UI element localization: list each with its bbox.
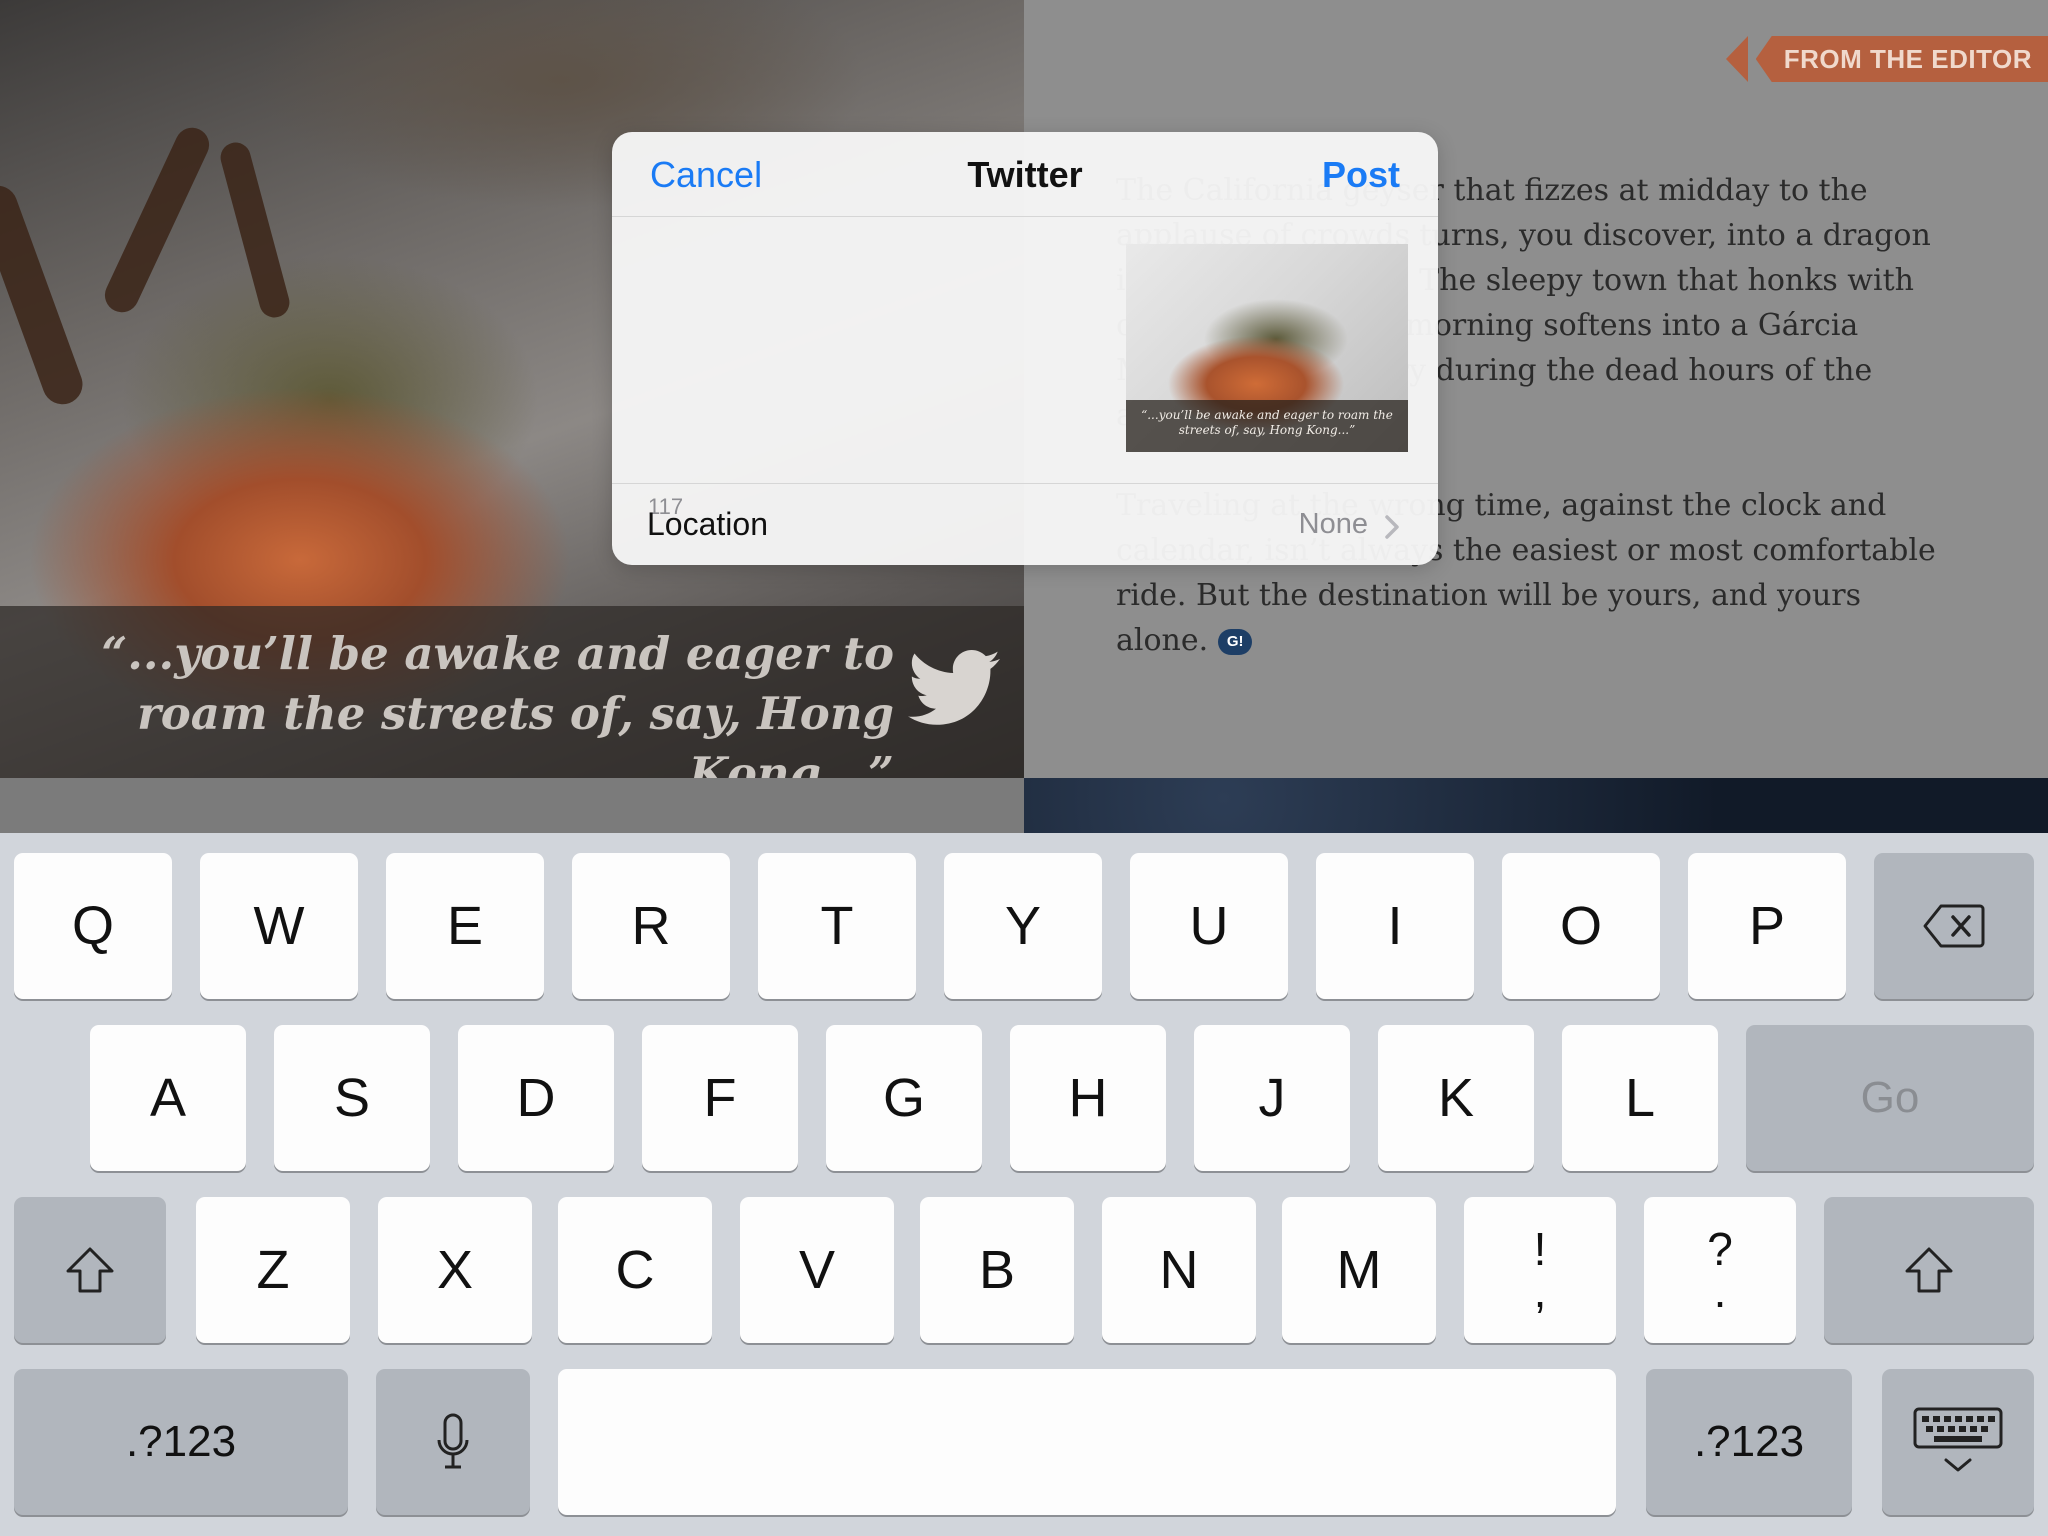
key-q[interactable]: Q [14, 853, 172, 999]
key-top-char: ? [1707, 1223, 1733, 1275]
shift-icon [1905, 1247, 1953, 1293]
backspace-icon [1923, 904, 1985, 948]
numbers-key-right[interactable]: .?123 [1646, 1369, 1852, 1515]
tweet-text-input[interactable] [642, 233, 1146, 437]
shift-key-left[interactable] [14, 1197, 166, 1343]
key-y[interactable]: Y [944, 853, 1102, 999]
key-question-period[interactable]: ? . [1644, 1197, 1796, 1343]
delete-key[interactable] [1874, 853, 2034, 999]
key-s[interactable]: S [274, 1025, 430, 1171]
key-j[interactable]: J [1194, 1025, 1350, 1171]
key-n[interactable]: N [1102, 1197, 1256, 1343]
dismiss-keyboard-key[interactable] [1882, 1369, 2034, 1515]
twitter-share-sheet: Cancel Twitter Post “...you’ll be awake … [612, 132, 1438, 565]
sauce-drizzle [99, 122, 215, 318]
key-exclamation-comma[interactable]: ! , [1464, 1197, 1616, 1343]
space-bar[interactable] [558, 1369, 1616, 1515]
key-t[interactable]: T [758, 853, 916, 999]
key-x[interactable]: X [378, 1197, 532, 1343]
key-v[interactable]: V [740, 1197, 894, 1343]
key-k[interactable]: K [1378, 1025, 1534, 1171]
key-c[interactable]: C [558, 1197, 712, 1343]
key-r[interactable]: R [572, 853, 730, 999]
key-h[interactable]: H [1010, 1025, 1166, 1171]
shift-key-right[interactable] [1824, 1197, 2034, 1343]
photo-quote-bar: “...you’ll be awake and eager to roam th… [0, 606, 1024, 778]
badge-label: FROM THE EDITOR [1755, 36, 2048, 82]
location-row[interactable]: Location None [612, 483, 1438, 565]
key-f[interactable]: F [642, 1025, 798, 1171]
dictation-key[interactable] [376, 1369, 530, 1515]
key-m[interactable]: M [1282, 1197, 1436, 1343]
chevron-right-icon [1385, 515, 1399, 539]
key-i[interactable]: I [1316, 853, 1474, 999]
post-button[interactable]: Post [1322, 154, 1400, 196]
key-bottom-char: , [1533, 1265, 1547, 1317]
go-key[interactable]: Go [1746, 1025, 2034, 1171]
key-o[interactable]: O [1502, 853, 1660, 999]
key-w[interactable]: W [200, 853, 358, 999]
onscreen-keyboard: Q W E R T Y U I O P A S D F G H J K L Go… [0, 833, 2048, 1536]
end-mark-badge: G! [1218, 629, 1253, 655]
attachment-caption: “...you’ll be awake and eager to roam th… [1126, 400, 1408, 452]
key-top-char: ! [1533, 1223, 1547, 1275]
key-z[interactable]: Z [196, 1197, 350, 1343]
page-strip [0, 778, 1024, 833]
microphone-icon [437, 1413, 469, 1469]
key-g[interactable]: G [826, 1025, 982, 1171]
location-label: Location [647, 506, 768, 542]
photo-quote: “...you’ll be awake and eager to roam th… [101, 627, 894, 778]
sheet-title: Twitter [967, 154, 1083, 195]
key-b[interactable]: B [920, 1197, 1074, 1343]
twitter-bird-icon[interactable] [908, 648, 1000, 728]
key-a[interactable]: A [90, 1025, 246, 1171]
key-d[interactable]: D [458, 1025, 614, 1171]
key-e[interactable]: E [386, 853, 544, 999]
night-sky-strip [1024, 778, 2048, 833]
sauce-drizzle [0, 180, 89, 410]
key-p[interactable]: P [1688, 853, 1846, 999]
keyboard-hide-icon [1913, 1407, 2003, 1472]
key-u[interactable]: U [1130, 853, 1288, 999]
key-l[interactable]: L [1562, 1025, 1718, 1171]
sheet-header: Cancel Twitter Post [612, 132, 1438, 217]
location-value: None [1298, 508, 1368, 540]
from-the-editor-badge: FROM THE EDITOR [1725, 36, 2048, 82]
sauce-drizzle [217, 139, 293, 321]
attachment-thumbnail[interactable]: “...you’ll be awake and eager to roam th… [1126, 244, 1408, 452]
key-bottom-char: . [1713, 1265, 1727, 1317]
badge-arrow-icon [1725, 36, 1748, 82]
shift-icon [66, 1247, 114, 1293]
numbers-key-left[interactable]: .?123 [14, 1369, 348, 1515]
